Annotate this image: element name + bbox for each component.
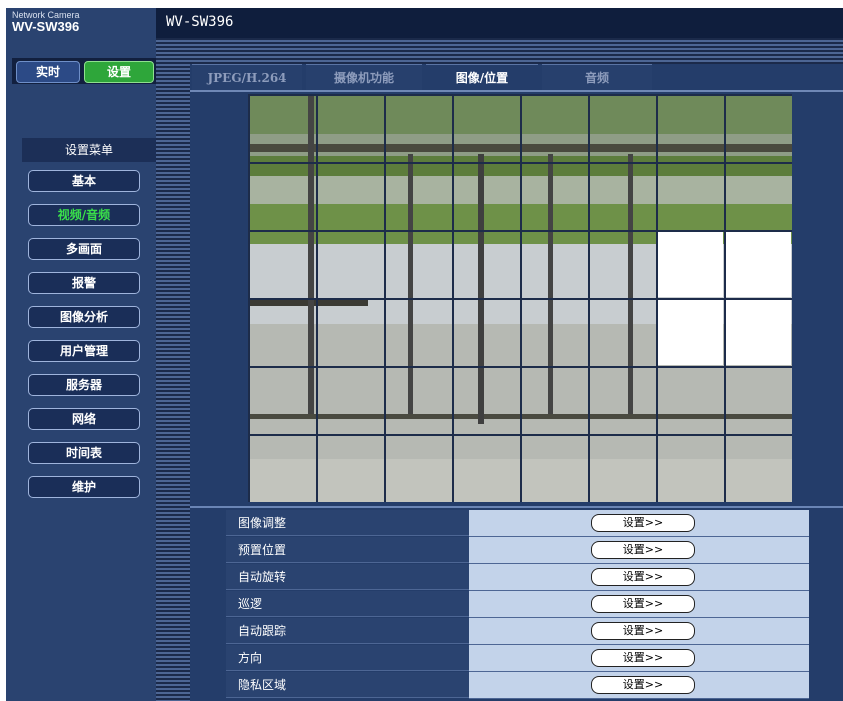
- menu-item-7[interactable]: 网络: [28, 408, 140, 430]
- grid-cell[interactable]: [249, 231, 315, 297]
- setting-label: 巡逻: [226, 591, 469, 617]
- grid-cell[interactable]: [385, 95, 451, 161]
- header-bar: Network Camera WV-SW396 WV-SW396: [6, 8, 843, 38]
- setup-button[interactable]: 设置: [84, 61, 154, 83]
- setting-button[interactable]: 设置>>: [591, 541, 695, 559]
- grid-cell[interactable]: [385, 367, 451, 433]
- menu-item-3[interactable]: 报警: [28, 272, 140, 294]
- grid-cell[interactable]: [725, 299, 791, 365]
- setting-label: 自动跟踪: [226, 618, 469, 644]
- grid-cell[interactable]: [521, 231, 587, 297]
- setting-button[interactable]: 设置>>: [591, 514, 695, 532]
- tab-2[interactable]: 图像/位置: [426, 64, 538, 91]
- grid-cell[interactable]: [657, 163, 723, 229]
- setting-button[interactable]: 设置>>: [591, 676, 695, 694]
- app-window: Network Camera WV-SW396 WV-SW396 实时 设置 设…: [6, 8, 843, 701]
- setting-label: 隐私区域: [226, 672, 469, 698]
- grid-cell[interactable]: [249, 95, 315, 161]
- grid-cell[interactable]: [657, 435, 723, 501]
- setting-value-cell: 设置>>: [469, 618, 809, 645]
- page-title: WV-SW396: [166, 14, 234, 30]
- setting-label: 图像调整: [226, 510, 469, 536]
- grid-cell[interactable]: [385, 163, 451, 229]
- setting-button[interactable]: 设置>>: [591, 595, 695, 613]
- menu-item-0[interactable]: 基本: [28, 170, 140, 192]
- grid-cell[interactable]: [589, 299, 655, 365]
- grid-cell[interactable]: [385, 435, 451, 501]
- grid-cell[interactable]: [589, 231, 655, 297]
- grid-cell[interactable]: [453, 231, 519, 297]
- grid-cell[interactable]: [521, 163, 587, 229]
- grid-cell[interactable]: [657, 367, 723, 433]
- setting-button[interactable]: 设置>>: [591, 649, 695, 667]
- menu-item-2[interactable]: 多画面: [28, 238, 140, 260]
- grid-cell[interactable]: [317, 435, 383, 501]
- grid-cell[interactable]: [317, 367, 383, 433]
- grid-cell[interactable]: [453, 435, 519, 501]
- grid-cell[interactable]: [249, 435, 315, 501]
- grid-cell[interactable]: [249, 367, 315, 433]
- grid-cell[interactable]: [725, 435, 791, 501]
- grid-cell[interactable]: [521, 95, 587, 161]
- setting-value-cell: 设置>>: [469, 645, 809, 672]
- setting-button[interactable]: 设置>>: [591, 622, 695, 640]
- setting-value-cell: 设置>>: [469, 510, 809, 537]
- grid-cell[interactable]: [453, 163, 519, 229]
- grid-cell[interactable]: [521, 299, 587, 365]
- grid-cell[interactable]: [385, 231, 451, 297]
- grid-cell[interactable]: [589, 435, 655, 501]
- mode-switch: 实时 设置: [12, 58, 156, 84]
- sidebar: 实时 设置 设置菜单 基本视频/音频多画面报警图像分析用户管理服务器网络时间表维…: [6, 38, 156, 701]
- brand-model: WV-SW396: [12, 19, 80, 34]
- setting-value-cell: 设置>>: [469, 564, 809, 591]
- grid-cell[interactable]: [521, 435, 587, 501]
- grid-cell[interactable]: [385, 299, 451, 365]
- grid-cell[interactable]: [725, 367, 791, 433]
- grid-cell[interactable]: [725, 231, 791, 297]
- grid-cell[interactable]: [453, 299, 519, 365]
- setting-label: 方向: [226, 645, 469, 671]
- privacy-grid[interactable]: [248, 94, 792, 502]
- setting-value-cell: 设置>>: [469, 591, 809, 618]
- grid-cell[interactable]: [657, 231, 723, 297]
- tab-1[interactable]: 摄像机功能: [306, 64, 422, 91]
- grid-cell[interactable]: [657, 95, 723, 161]
- setting-label: 自动旋转: [226, 564, 469, 590]
- grid-cell[interactable]: [317, 95, 383, 161]
- setting-value-cell: 设置>>: [469, 672, 809, 699]
- menu-item-9[interactable]: 维护: [28, 476, 140, 498]
- grid-cell[interactable]: [453, 367, 519, 433]
- grid-cell[interactable]: [725, 95, 791, 161]
- setting-label: 预置位置: [226, 537, 469, 563]
- tab-underline: [190, 90, 843, 92]
- grid-cell[interactable]: [317, 299, 383, 365]
- menu-title: 设置菜单: [22, 138, 156, 162]
- live-button[interactable]: 实时: [16, 61, 80, 83]
- grid-cell[interactable]: [589, 95, 655, 161]
- grid-cell[interactable]: [657, 299, 723, 365]
- menu-item-4[interactable]: 图像分析: [28, 306, 140, 328]
- grid-cell[interactable]: [317, 231, 383, 297]
- grid-cell[interactable]: [317, 163, 383, 229]
- setting-value-cell: 设置>>: [469, 537, 809, 564]
- grid-cell[interactable]: [249, 299, 315, 365]
- grid-cell[interactable]: [725, 163, 791, 229]
- grid-cell[interactable]: [589, 163, 655, 229]
- brand: Network Camera WV-SW396: [6, 8, 156, 38]
- setting-button[interactable]: 设置>>: [591, 568, 695, 586]
- tab-0[interactable]: JPEG/H.264: [192, 64, 302, 91]
- table-separator: [190, 506, 843, 508]
- menu-item-6[interactable]: 服务器: [28, 374, 140, 396]
- menu-item-1[interactable]: 视频/音频: [28, 204, 140, 226]
- tab-3[interactable]: 音频: [542, 64, 652, 91]
- grid-cell[interactable]: [453, 95, 519, 161]
- grid-cell[interactable]: [521, 367, 587, 433]
- grid-cell[interactable]: [249, 163, 315, 229]
- grid-cell[interactable]: [589, 367, 655, 433]
- menu-item-5[interactable]: 用户管理: [28, 340, 140, 362]
- menu-item-8[interactable]: 时间表: [28, 442, 140, 464]
